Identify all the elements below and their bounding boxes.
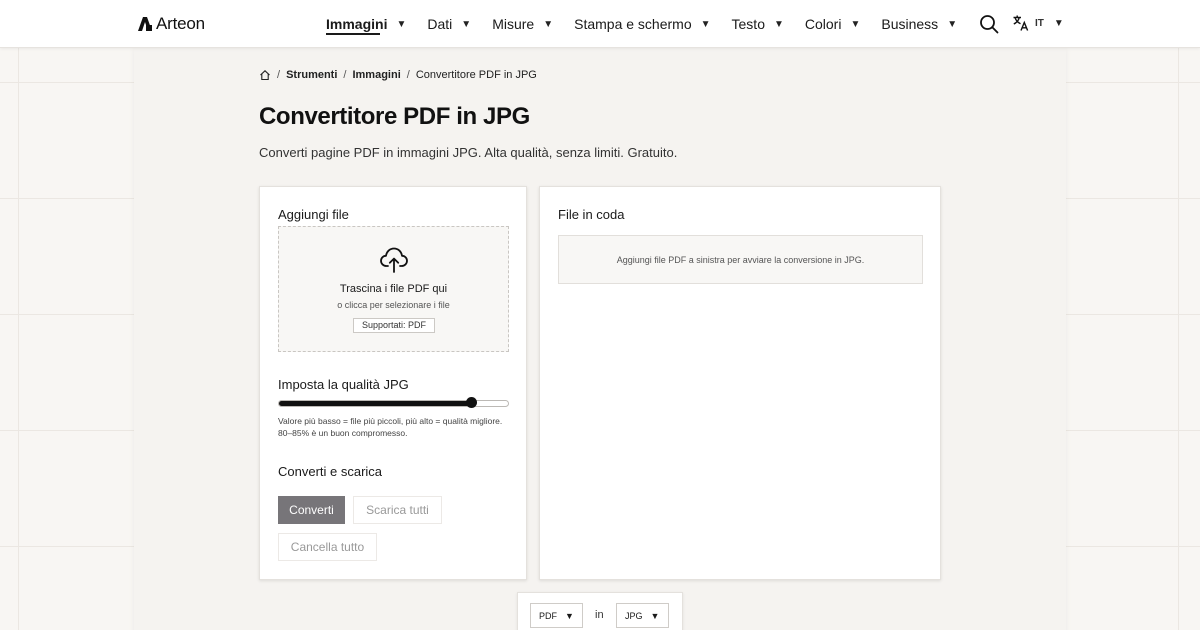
top-navbar: Arteon Immagini ▼ Dati ▼ Misure ▼ Stampa…	[0, 0, 1200, 48]
nav-item-immagini[interactable]: Immagini ▼	[326, 0, 406, 48]
chevron-down-icon: ▼	[396, 18, 407, 30]
actions-section-title: Converti e scarica	[278, 464, 383, 479]
logo-icon	[138, 17, 152, 31]
main-nav: Immagini ▼ Dati ▼ Misure ▼ Stampa e sche…	[326, 0, 978, 48]
format-connector: in	[595, 609, 604, 621]
home-icon[interactable]	[259, 69, 271, 81]
breadcrumb-immagini[interactable]: Immagini	[352, 69, 400, 81]
source-format-select[interactable]: PDF ▼	[530, 603, 583, 628]
upload-panel: Aggiungi file Trascina i file PDF qui o …	[259, 186, 527, 580]
nav-label: Dati	[427, 16, 453, 32]
chevron-down-icon: ▼	[461, 18, 472, 30]
queue-section-title: File in coda	[558, 207, 625, 222]
nav-item-misure[interactable]: Misure ▼	[492, 0, 553, 48]
supported-formats-badge: Supportati: PDF	[353, 318, 435, 333]
chevron-down-icon: ▼	[543, 18, 554, 30]
breadcrumb-strumenti[interactable]: Strumenti	[286, 69, 337, 81]
chevron-down-icon: ▼	[700, 18, 711, 30]
nav-item-stampa-e-schermo[interactable]: Stampa e schermo ▼	[574, 0, 710, 48]
download-all-button[interactable]: Scarica tutti	[353, 496, 442, 524]
chevron-down-icon: ▼	[947, 18, 958, 30]
chevron-down-icon: ▼	[773, 18, 784, 30]
chevron-down-icon: ▼	[650, 610, 660, 621]
nav-item-colori[interactable]: Colori ▼	[805, 0, 860, 48]
dropzone-title: Trascina i file PDF qui	[339, 283, 448, 295]
quality-section-title: Imposta la qualità JPG	[278, 377, 409, 392]
search-icon	[980, 15, 999, 34]
brand-logo[interactable]: Arteon	[137, 14, 205, 34]
page-title: Convertitore PDF in JPG	[259, 103, 530, 130]
quality-slider[interactable]	[278, 397, 509, 408]
search-button[interactable]	[979, 14, 999, 34]
breadcrumb-separator: /	[406, 69, 410, 81]
cloud-upload-icon	[380, 247, 408, 273]
chevron-down-icon: ▼	[1053, 17, 1064, 29]
nav-label: Stampa e schermo	[574, 16, 692, 32]
chevron-down-icon: ▼	[565, 610, 574, 621]
quality-slider-thumb[interactable]	[466, 397, 477, 408]
clear-all-button[interactable]: Cancella tutto	[278, 533, 377, 561]
breadcrumb-separator: /	[343, 69, 347, 81]
source-format-value: PDF	[539, 610, 557, 621]
language-selector[interactable]: IT ▼	[1012, 14, 1064, 32]
target-format-select[interactable]: JPG ▼	[616, 603, 669, 628]
nav-item-testo[interactable]: Testo ▼	[732, 0, 784, 48]
chevron-down-icon: ▼	[850, 18, 861, 30]
upload-section-title: Aggiungi file	[278, 207, 349, 222]
quality-slider-fill	[279, 401, 471, 406]
nav-label: Testo	[731, 16, 765, 32]
page-subtitle: Converti pagine PDF in immagini JPG. Alt…	[259, 145, 678, 160]
quality-hint: Valore più basso = file più piccoli, più…	[278, 416, 503, 438]
breadcrumb: / Strumenti / Immagini / Convertitore PD…	[259, 69, 537, 81]
language-code: IT	[1035, 17, 1044, 29]
nav-label: Misure	[492, 16, 535, 32]
translate-icon	[1013, 15, 1029, 31]
convert-button[interactable]: Converti	[278, 496, 345, 524]
nav-label: Business	[881, 16, 939, 32]
breadcrumb-separator: /	[277, 69, 281, 81]
brand-name: Arteon	[156, 14, 205, 33]
format-selector-bar: PDF ▼ in JPG ▼	[517, 592, 683, 630]
queue-panel: File in coda Aggiungi file PDF a sinistr…	[539, 186, 941, 580]
nav-item-business[interactable]: Business ▼	[881, 0, 957, 48]
file-dropzone[interactable]: Trascina i file PDF qui o clicca per sel…	[278, 226, 509, 352]
main-content: / Strumenti / Immagini / Convertitore PD…	[134, 48, 1066, 630]
nav-item-dati[interactable]: Dati ▼	[427, 0, 471, 48]
nav-label: Colori	[804, 16, 842, 32]
breadcrumb-current: Convertitore PDF in JPG	[415, 69, 537, 81]
queue-empty-state: Aggiungi file PDF a sinistra per avviare…	[558, 235, 923, 284]
nav-label: Immagini	[326, 16, 388, 32]
dropzone-subtitle: o clicca per selezionare i file	[337, 300, 450, 310]
target-format-value: JPG	[625, 610, 643, 621]
